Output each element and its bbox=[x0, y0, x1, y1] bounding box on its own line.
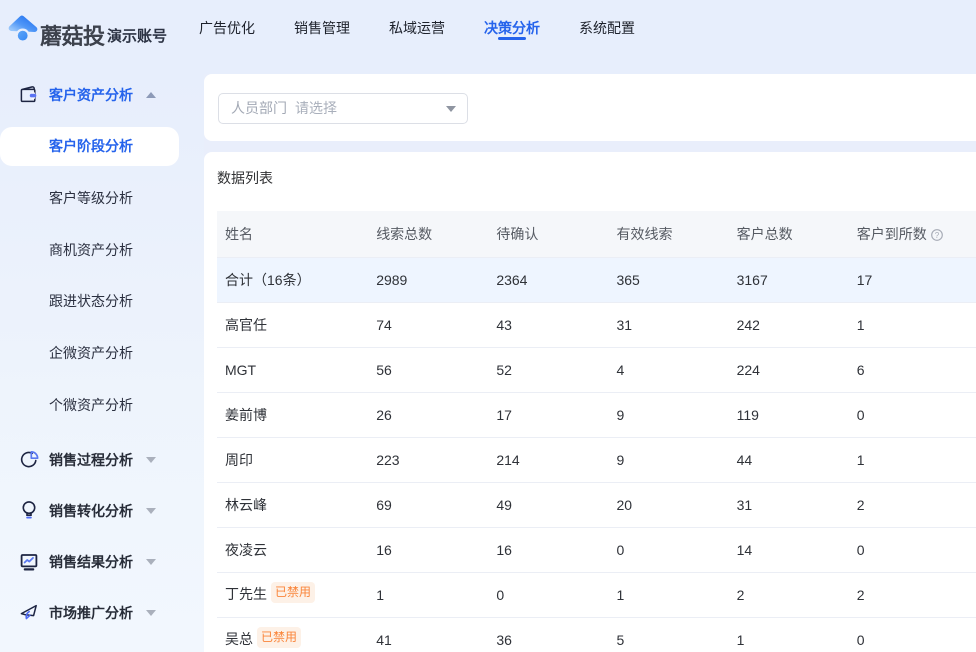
svg-text:?: ? bbox=[935, 231, 940, 240]
